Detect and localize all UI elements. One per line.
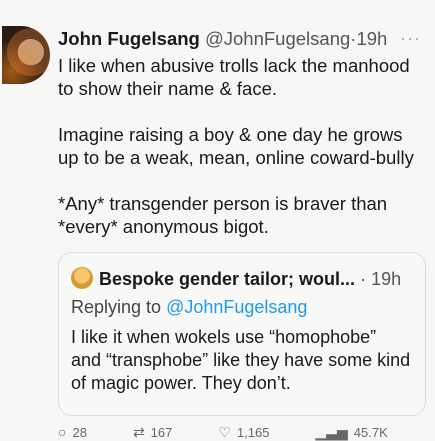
quoted-tweet[interactable]: Bespoke gender tailor; woul... · 19h Rep… [58, 252, 426, 416]
quoted-author-name[interactable]: Bespoke gender tailor; woul... [99, 269, 355, 289]
tweet-header: John Fugelsang @JohnFugelsang·19h [58, 28, 387, 50]
tweet-text: I like when abusive trolls lack the manh… [58, 54, 428, 261]
replying-prefix: Replying to [71, 297, 167, 317]
tweet-paragraph: *Any* transgender person is braver than … [58, 193, 388, 237]
views-button[interactable]: ▁▃▅ 45.7K [315, 424, 387, 441]
author-avatar[interactable] [2, 26, 50, 84]
quoted-text: I like it when wokels use “homophobe” an… [71, 327, 411, 393]
quoted-header: Bespoke gender tailor; woul... · 19h [71, 267, 401, 290]
retweet-icon: ⇄ [132, 424, 145, 440]
reply-button[interactable]: ○ 28 [58, 424, 87, 441]
like-button[interactable]: ♡ 1,165 [218, 424, 269, 441]
tweet-card: John Fugelsang @JohnFugelsang·19h ··· I … [0, 0, 435, 440]
quoted-time[interactable]: 19h [371, 269, 401, 289]
author-name[interactable]: John Fugelsang [58, 28, 200, 49]
tweet-time[interactable]: 19h [356, 28, 387, 49]
heart-icon: ♡ [218, 424, 231, 440]
tweet-paragraph: Imagine raising a boy & one day he grows… [58, 124, 414, 168]
quoted-separator: · [360, 269, 367, 289]
quoted-avatar[interactable] [71, 267, 93, 289]
avatar-image [2, 26, 50, 84]
replying-to: Replying to @JohnFugelsang [71, 297, 307, 318]
tweet-paragraph: I like when abusive trolls lack the manh… [58, 55, 410, 99]
like-count: 1,165 [236, 425, 270, 440]
views-count: 45.7K [353, 425, 388, 440]
retweet-count: 167 [150, 425, 173, 440]
replying-handle-link[interactable]: @JohnFugelsang [166, 297, 307, 317]
reply-count: 28 [72, 425, 87, 440]
author-handle[interactable]: @JohnFugelsang [205, 28, 350, 49]
action-bar: ○ 28 ⇄ 167 ♡ 1,165 ▁▃▅ 45.7K [58, 424, 428, 441]
reply-icon: ○ [58, 424, 67, 440]
retweet-button[interactable]: ⇄ 167 [133, 424, 172, 441]
more-options-icon[interactable]: ··· [400, 28, 421, 49]
views-icon: ▁▃▅ [315, 424, 348, 440]
